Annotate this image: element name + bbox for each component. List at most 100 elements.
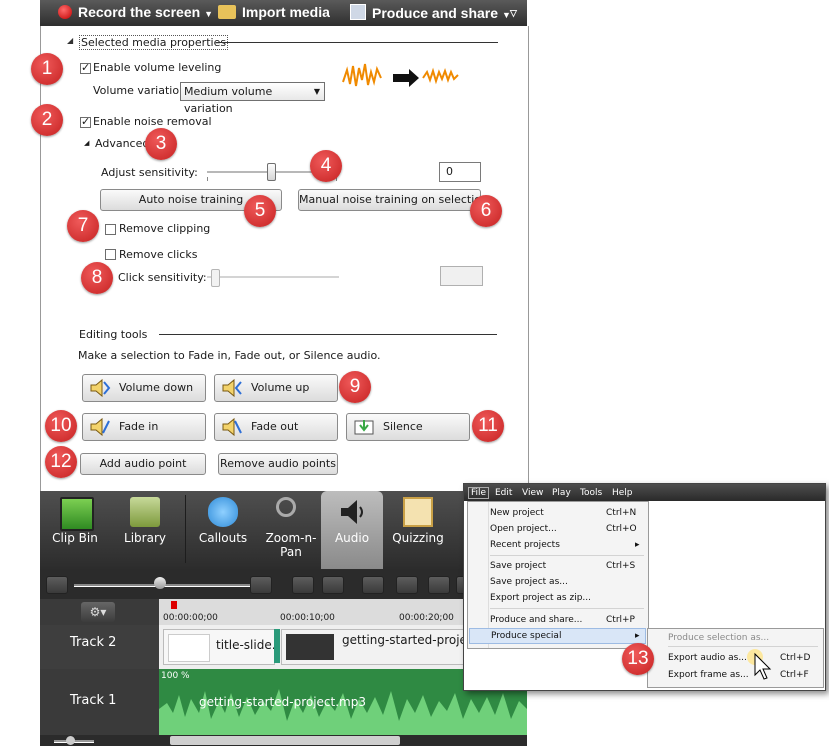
silence-button[interactable]: Silence — [346, 413, 470, 441]
produce-share-button[interactable]: Produce and share ▼ — [350, 4, 511, 21]
remove-clicks-checkbox[interactable] — [105, 249, 116, 260]
menu-separator — [668, 646, 818, 647]
horizontal-scrollbar-thumb[interactable] — [170, 736, 400, 745]
undo-icon[interactable] — [292, 576, 314, 594]
clip-thumbnail — [168, 634, 210, 662]
track-options-bar: ⚙▾ — [40, 599, 159, 625]
advanced-expander-icon[interactable]: ◢ — [84, 139, 89, 147]
fade-in-button[interactable]: Fade in — [82, 413, 206, 441]
speaker-icon — [341, 500, 363, 524]
menu-item-export-zip[interactable]: Export project as zip... — [490, 593, 591, 603]
menu-file[interactable]: File — [468, 487, 490, 499]
click-sensitivity-field[interactable] — [440, 266, 483, 286]
menu-item-save-project-as[interactable]: Save project as... — [490, 577, 568, 587]
click-sensitivity-track[interactable] — [207, 276, 339, 279]
volume-leveling-checkbox[interactable] — [80, 61, 91, 74]
volume-up-button[interactable]: Volume up — [214, 374, 338, 402]
menu-view[interactable]: View — [522, 488, 543, 498]
remove-audio-points-button[interactable]: Remove audio points — [218, 453, 338, 475]
callout-badge-12: 12 — [45, 446, 77, 478]
adjust-sensitivity-label: Adjust sensitivity: — [101, 166, 198, 179]
top-toolbar: Record the screen ▼ Import media Produce … — [40, 0, 527, 27]
callout-badge-3: 3 — [145, 128, 177, 160]
tab-clip-bin[interactable]: Clip Bin — [40, 491, 110, 569]
track-1-header[interactable]: Track 1 — [40, 669, 159, 735]
tab-callouts[interactable]: Callouts — [188, 491, 258, 569]
volume-down-button[interactable]: Volume down — [82, 374, 206, 402]
volume-variation-label: Volume variation: — [93, 84, 190, 97]
zoom-in-icon[interactable] — [250, 576, 272, 594]
advanced-label[interactable]: Advanced — [95, 137, 149, 150]
magnifier-icon — [276, 497, 296, 517]
menu-item-produce-share[interactable]: Produce and share... — [490, 615, 582, 625]
menu-item-export-audio[interactable]: Export audio as... — [668, 653, 747, 663]
noise-removal-checkbox[interactable] — [80, 115, 91, 128]
import-media-button[interactable]: Import media — [218, 4, 330, 20]
timeline-scrollbar-area — [40, 735, 527, 746]
editing-divider — [159, 334, 497, 335]
film-icon — [350, 4, 366, 20]
menu-play[interactable]: Play — [552, 488, 571, 498]
callout-badge-9: 9 — [339, 371, 371, 403]
copy-icon[interactable] — [428, 576, 450, 594]
sensitivity-slider-thumb[interactable] — [267, 163, 276, 181]
collapse-triangle-icon[interactable]: ◢ — [67, 36, 73, 45]
zoom-out-icon[interactable] — [46, 576, 68, 594]
manual-noise-training-button[interactable]: Manual noise training on selection — [298, 189, 488, 211]
clip-thumbnail — [286, 634, 334, 660]
volume-variation-select[interactable]: Medium volume variation ▼ — [180, 82, 325, 115]
tab-audio[interactable]: Audio — [321, 491, 383, 569]
add-audio-point-button[interactable]: Add audio point — [80, 453, 206, 475]
gear-icon[interactable]: ⚙▾ — [81, 602, 115, 622]
audio-clip-label[interactable]: getting-started-project.mp3 — [199, 695, 366, 709]
mouse-cursor-icon — [747, 649, 772, 680]
library-folder-icon — [130, 497, 160, 527]
fade-out-button[interactable]: Fade out — [214, 413, 338, 441]
track-2-header[interactable]: Track 2 — [40, 625, 159, 669]
split-icon[interactable] — [396, 576, 418, 594]
callout-badge-5: 5 — [244, 195, 276, 227]
record-icon — [58, 5, 72, 19]
remove-clicks-label: Remove clicks — [119, 248, 198, 261]
title-slide-clip[interactable]: title-slide.j — [163, 629, 279, 665]
callout-badge-11: 11 — [472, 410, 504, 442]
menu-item-new-project[interactable]: New project — [490, 508, 544, 518]
menu-help[interactable]: Help — [612, 488, 633, 498]
timecode-label: 00:00:00;00 — [163, 613, 218, 623]
click-sensitivity-thumb[interactable] — [211, 269, 220, 287]
playhead-marker[interactable] — [171, 601, 177, 609]
callout-badge-13: 13 — [622, 643, 654, 675]
tab-library[interactable]: Library — [110, 491, 180, 569]
shortcut-label: Ctrl+D — [780, 653, 811, 663]
sensitivity-value-field[interactable]: 0 — [439, 162, 481, 182]
callout-badge-6: 6 — [470, 195, 502, 227]
menu-item-produce-selection[interactable]: Produce selection as... — [668, 633, 769, 643]
cut-icon[interactable] — [362, 576, 384, 594]
editing-hint: Make a selection to Fade in, Fade out, o… — [78, 349, 381, 362]
silence-icon — [354, 420, 374, 435]
menu-item-export-frame[interactable]: Export frame as... — [668, 670, 749, 680]
track-height-thumb[interactable] — [66, 736, 75, 745]
chevron-down-icon: ▼ — [313, 87, 320, 96]
tab-zoom-n-pan[interactable]: Zoom-n- Pan — [258, 491, 324, 569]
tab-quizzing[interactable]: Quizzing — [385, 491, 451, 569]
fade-in-icon — [90, 417, 110, 437]
zoom-slider-thumb[interactable] — [154, 577, 166, 589]
overflow-chevron-icon[interactable]: ▽ — [510, 8, 517, 19]
menu-separator — [490, 608, 644, 609]
callout-badge-10: 10 — [45, 410, 77, 442]
record-screen-button[interactable]: Record the screen ▼ — [58, 4, 213, 20]
transition-marker[interactable] — [274, 629, 280, 663]
menu-item-recent-projects[interactable]: Recent projects — [490, 540, 560, 550]
menu-item-produce-special[interactable]: Produce special ▸ — [469, 628, 646, 644]
submenu-arrow-icon: ▸ — [635, 540, 640, 550]
menu-edit[interactable]: Edit — [495, 488, 512, 498]
remove-clipping-checkbox[interactable] — [105, 224, 116, 235]
clipboard-icon — [403, 497, 433, 527]
callout-badge-8: 8 — [81, 262, 113, 294]
slider-tick — [207, 177, 208, 181]
menu-item-save-project[interactable]: Save project — [490, 561, 546, 571]
menu-item-open-project[interactable]: Open project... — [490, 524, 557, 534]
redo-icon[interactable] — [322, 576, 344, 594]
menu-tools[interactable]: Tools — [580, 488, 602, 498]
